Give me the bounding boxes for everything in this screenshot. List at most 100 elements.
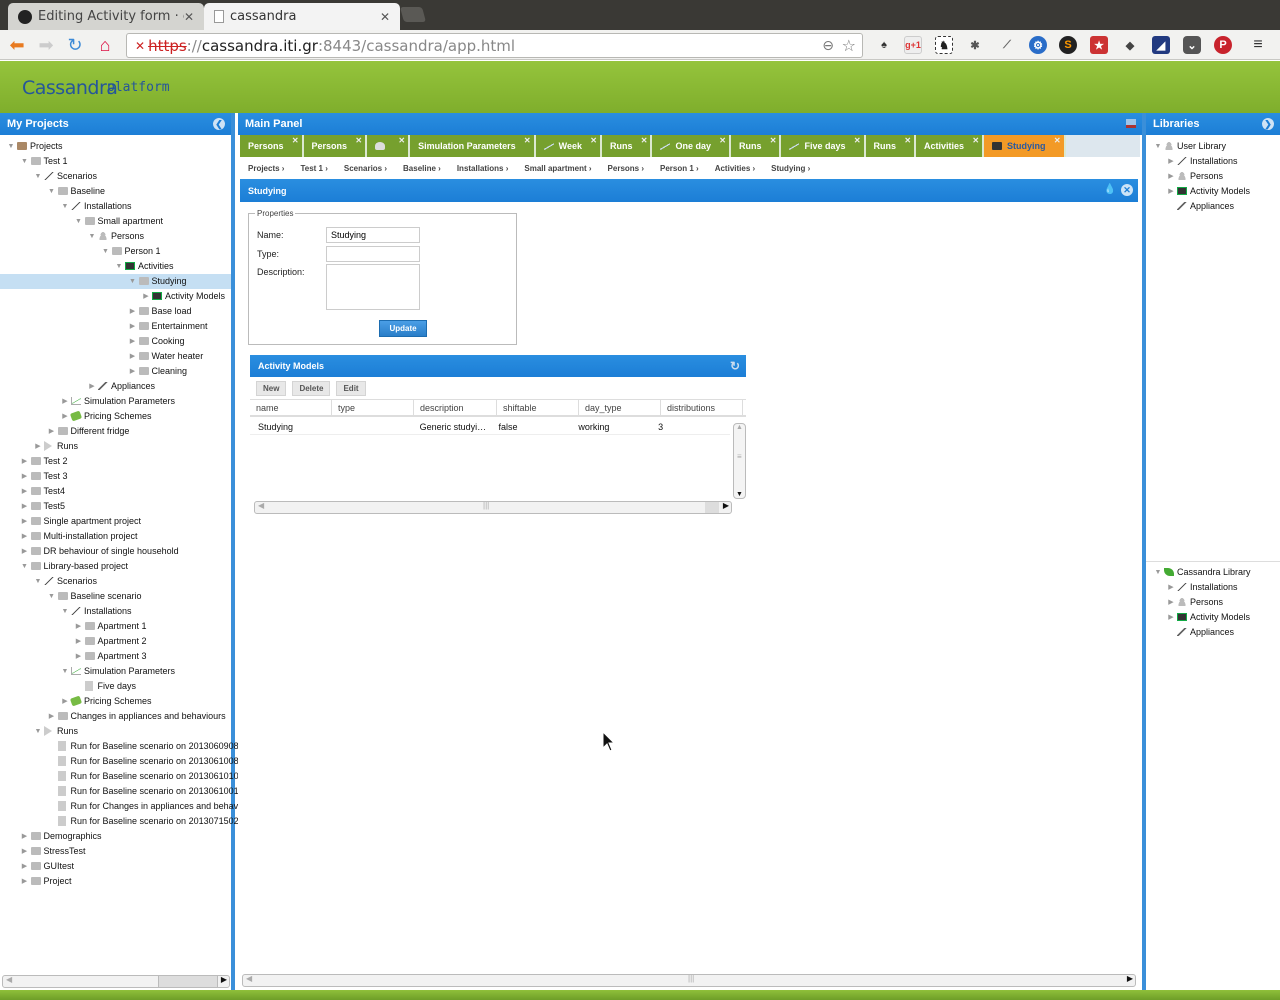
collapsed-arrow-icon[interactable]: ▶ [21,829,29,844]
tree-item[interactable]: ▶ Multi-installation project [0,529,231,544]
collapsed-arrow-icon[interactable]: ▶ [21,499,29,514]
vertical-scrollbar[interactable]: ▲ ≡ ▼ [733,423,746,499]
close-tab-icon[interactable]: ✕ [184,10,194,24]
tree-item[interactable]: ▼ User Library [1146,139,1280,154]
tree-item[interactable]: ▼ Scenarios [0,169,231,184]
expanded-arrow-icon[interactable]: ▼ [34,724,42,739]
tree-item[interactable]: Appliances [1146,625,1280,640]
expanded-arrow-icon[interactable]: ▼ [21,154,29,169]
new-tab-button[interactable] [399,7,427,22]
collapsed-arrow-icon[interactable]: ▶ [1167,154,1175,169]
breadcrumb-item[interactable]: Activities › [715,164,755,173]
type-input[interactable] [326,246,420,262]
collapsed-arrow-icon[interactable]: ▶ [75,634,83,649]
breadcrumb-item[interactable]: Person 1 › [660,164,699,173]
tree-item[interactable]: ▼ Cassandra Library [1146,565,1280,580]
main-tab[interactable]: Five days ✕ [781,135,866,157]
horizontal-scrollbar[interactable]: ◀ ||| ▶ [254,501,732,514]
main-tab[interactable]: Activities ✕ [916,135,985,157]
collapsed-arrow-icon[interactable]: ▶ [1167,610,1175,625]
tree-item[interactable]: ▼ Scenarios [0,574,231,589]
menu-icon[interactable]: ≡ [1249,36,1267,54]
tree-item[interactable]: ▼ Test 1 [0,154,231,169]
close-tab-icon[interactable]: ✕ [355,136,362,145]
tree-item[interactable]: ▶ Test4 [0,484,231,499]
tree-item[interactable]: Run for Baseline scenario on 2013061008 [0,754,239,769]
main-tab[interactable]: Week ✕ [535,135,602,157]
address-bar[interactable]: ✕ https://cassandra.iti.gr:8443/cassandr… [126,33,863,58]
close-form-icon[interactable]: ✕ [1121,184,1133,196]
breadcrumb-item[interactable]: Projects › [248,164,284,173]
expanded-arrow-icon[interactable]: ▼ [7,139,15,154]
expanded-arrow-icon[interactable]: ▼ [34,574,42,589]
tree-item[interactable]: ▶ Appliances [0,379,231,394]
name-input[interactable] [326,227,420,243]
horizontal-scrollbar[interactable]: ◀ ||| ▶ [242,974,1136,987]
tree-item[interactable]: ▶ Cleaning [0,364,231,379]
expanded-arrow-icon[interactable]: ▼ [115,259,123,274]
zoom-icon[interactable]: ⊖ [822,38,834,54]
breadcrumb-item[interactable]: Persons › [608,164,644,173]
collapsed-arrow-icon[interactable]: ▶ [1167,169,1175,184]
expanded-arrow-icon[interactable]: ▼ [21,559,29,574]
tree-item[interactable]: ▶ GUItest [0,859,231,874]
collapsed-arrow-icon[interactable]: ▶ [21,514,29,529]
breadcrumb-item[interactable]: Small apartment › [524,164,591,173]
close-tab-icon[interactable]: ✕ [854,136,861,145]
pocket-icon[interactable]: ⌄ [1183,36,1201,54]
breadcrumb-item[interactable]: Test 1 › [300,164,327,173]
main-tab[interactable]: ✕ [367,135,411,157]
tree-item[interactable]: Run for Baseline scenario on 2013060908 [0,739,239,754]
collapsed-arrow-icon[interactable]: ▶ [75,619,83,634]
pinterest-icon[interactable]: P [1214,36,1232,54]
browser-tab-github[interactable]: Editing Activity form · cas ✕ [8,3,204,30]
tree-item[interactable]: ▼ Library-based project [0,559,231,574]
maximize-icon[interactable] [1126,119,1136,128]
new-button[interactable]: New [256,380,287,396]
refresh-icon[interactable]: ↻ [730,359,740,373]
tree-item[interactable]: ▼ Runs [0,724,231,739]
tree-item[interactable]: Appliances [1146,199,1280,214]
tree-item[interactable]: ▼ Baseline scenario [0,589,231,604]
collapsed-arrow-icon[interactable]: ▶ [129,319,137,334]
collapsed-arrow-icon[interactable]: ▶ [21,844,29,859]
tree-item[interactable]: ▶ Test5 [0,499,231,514]
collapsed-arrow-icon[interactable]: ▶ [48,709,56,724]
tree-item[interactable]: ▶ Activity Models [1146,610,1280,625]
s-icon[interactable]: S [1059,36,1077,54]
tree-item[interactable]: ▶ Pricing Schemes [0,694,231,709]
main-tab[interactable]: Persons ✕ [303,135,368,157]
tree-item[interactable]: ▶ DR behaviour of single household [0,544,231,559]
update-button[interactable]: Update [379,320,427,337]
collapse-left-icon[interactable]: ❮ [213,118,225,130]
collapsed-arrow-icon[interactable]: ▶ [48,424,56,439]
column-header[interactable]: shiftable [497,400,579,415]
close-tab-icon[interactable]: ✕ [1054,136,1061,145]
tree-item[interactable]: ▶ Activity Models [0,289,231,304]
expanded-arrow-icon[interactable]: ▼ [61,664,69,679]
tree-item[interactable]: ▶ Simulation Parameters [0,394,231,409]
main-tab[interactable]: Studying ✕ [984,135,1066,157]
collapsed-arrow-icon[interactable]: ▶ [21,469,29,484]
tree-item[interactable]: ▶ Water heater [0,349,231,364]
expanded-arrow-icon[interactable]: ▼ [48,589,56,604]
tree-item[interactable]: ▼ Activities [0,259,231,274]
tree-item[interactable]: ▶ StressTest [0,844,231,859]
column-header[interactable]: name [250,400,332,415]
google-plus-one-icon[interactable]: g+1 [904,36,922,54]
column-header[interactable]: description [414,400,497,415]
tree-item[interactable]: ▶ Installations [1146,154,1280,169]
tree-item[interactable]: Run for Changes in appliances and behavi [0,799,240,814]
tree-item[interactable]: ▶ Project [0,874,231,889]
drop-icon[interactable]: 💧 [1104,184,1116,195]
eyedropper-icon[interactable]: ⟋ [998,36,1016,54]
tree-item[interactable]: ▶ Persons [1146,595,1280,610]
tree-item[interactable]: ▶ Demographics [0,829,231,844]
browser-tab-cassandra[interactable]: cassandra ✕ [204,3,400,30]
tree-item[interactable]: Five days [0,679,231,694]
speed-icon[interactable]: ◢ [1152,36,1170,54]
expanded-arrow-icon[interactable]: ▼ [88,229,96,244]
collapsed-arrow-icon[interactable]: ▶ [129,304,137,319]
expanded-arrow-icon[interactable]: ▼ [1154,565,1162,580]
tree-item[interactable]: ▶ Runs [0,439,231,454]
